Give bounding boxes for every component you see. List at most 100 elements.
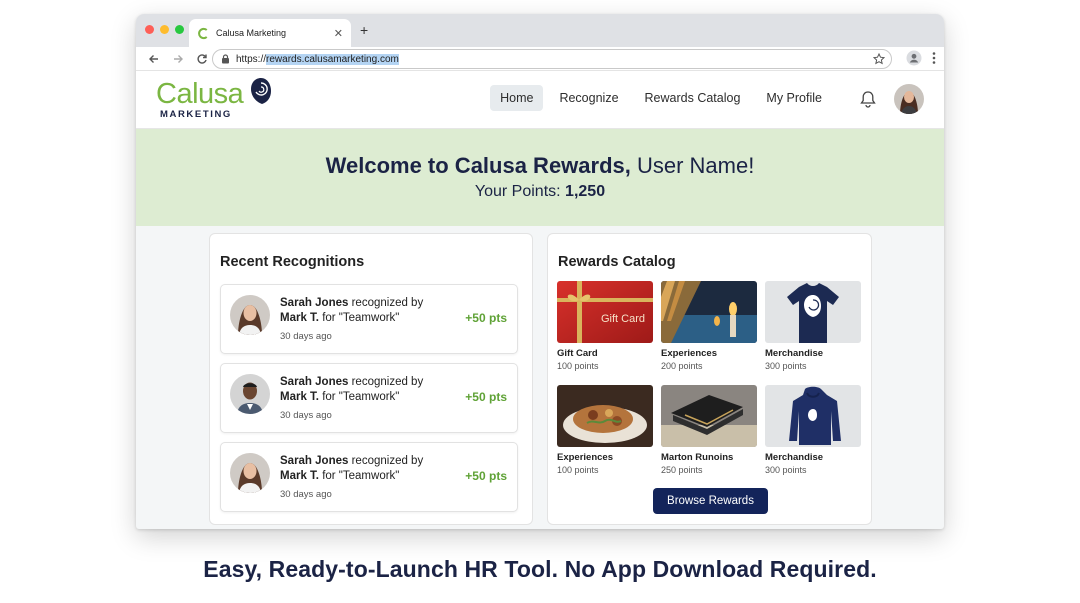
user-avatar[interactable]	[894, 84, 924, 114]
minimize-window-button[interactable]	[160, 25, 169, 34]
recognition-card[interactable]: Sarah Jones recognized by Mark T. for "Te…	[220, 442, 518, 512]
nautilus-shell-icon	[251, 78, 271, 104]
tab-calusa[interactable]: Calusa Marketing ✕	[189, 19, 351, 47]
recognition-date: 30 days ago	[280, 410, 332, 421]
welcome-user: User Name!	[630, 153, 755, 178]
recognition-reason: for "Teamwork"	[319, 312, 400, 324]
food-image	[557, 385, 653, 447]
wallet-image	[661, 385, 757, 447]
item-name: Merchandise	[765, 452, 824, 463]
forward-icon[interactable]	[168, 49, 188, 69]
address-bar[interactable]: https://rewards.calusamarketing.com	[212, 49, 892, 69]
nav-recognize[interactable]: Recognize	[549, 85, 628, 111]
catalog-item[interactable]: Gift Card Gift Card 100 points	[557, 281, 653, 371]
hoodie-image	[765, 385, 861, 447]
recipient-name: Sarah Jones	[280, 455, 349, 467]
item-points: 300 points	[765, 361, 807, 371]
points-summary: Your Points: 1,250	[136, 183, 944, 201]
stage: Calusa Marketing ✕ + https://rewards.cal…	[0, 0, 1080, 603]
nav-rewards-catalog[interactable]: Rewards Catalog	[635, 85, 751, 111]
profile-icon[interactable]	[906, 50, 922, 66]
recognition-reason: for "Teamwork"	[319, 470, 400, 482]
new-tab-icon[interactable]: +	[360, 22, 368, 38]
nav-my-profile[interactable]: My Profile	[756, 85, 832, 111]
recognition-card[interactable]: Sarah Jones recognized by Mark T. for "Te…	[220, 363, 518, 433]
recognition-avatar	[230, 453, 270, 493]
item-name: Experiences	[661, 348, 717, 359]
logo-word: Calusa	[156, 78, 244, 110]
url-prefix: https://	[236, 53, 267, 65]
lock-icon	[222, 54, 229, 64]
recipient-name: Sarah Jones	[280, 376, 349, 388]
catalog-item[interactable]: Marton Runoins 250 points	[661, 385, 757, 475]
bookmark-star-icon[interactable]	[873, 53, 885, 65]
recognition-text: Sarah Jones recognized by Mark T. for "Te…	[280, 375, 460, 405]
recognition-avatar	[230, 295, 270, 335]
catalog-item[interactable]: Experiences 100 points	[557, 385, 653, 475]
url-text: https://rewards.calusamarketing.com	[236, 53, 399, 65]
points-label: Your Points:	[474, 183, 566, 200]
item-points: 200 points	[661, 361, 703, 371]
gift-card-label: Gift Card	[601, 313, 645, 325]
tab-strip: Calusa Marketing ✕ +	[136, 14, 944, 47]
item-name: Marton Runoins	[661, 452, 734, 463]
experience-image	[661, 281, 757, 343]
window-controls	[145, 25, 184, 34]
browser-toolbar: https://rewards.calusamarketing.com	[136, 47, 944, 71]
welcome-heading: Welcome to Calusa Rewards, User Name!	[136, 153, 944, 179]
item-name: Experiences	[557, 452, 613, 463]
recognition-verb: recognized by	[348, 455, 424, 467]
recognition-verb: recognized by	[348, 297, 424, 309]
tab-title: Calusa Marketing	[216, 28, 287, 38]
item-points: 300 points	[765, 465, 807, 475]
main-nav: Home Recognize Rewards Catalog My Profil…	[490, 85, 832, 111]
recognition-card[interactable]: Sarah Jones recognized by Mark T. for "Te…	[220, 284, 518, 354]
reload-icon[interactable]	[192, 49, 212, 69]
giver-name: Mark T.	[280, 470, 319, 482]
url-host: rewards.calusamarketing.com	[266, 53, 399, 65]
catalog-item[interactable]: Experiences 200 points	[661, 281, 757, 371]
browse-rewards-button[interactable]: Browse Rewards	[653, 488, 768, 514]
app-header: Calusa MARKETING Home Recognize Rewards …	[136, 71, 944, 129]
back-icon[interactable]	[144, 49, 164, 69]
recognition-avatar	[230, 374, 270, 414]
recognition-text: Sarah Jones recognized by Mark T. for "Te…	[280, 296, 460, 326]
rewards-catalog-panel: Rewards Catalog Gift Card Gift Card 100 …	[547, 233, 872, 525]
recognition-date: 30 days ago	[280, 331, 332, 342]
recognition-date: 30 days ago	[280, 489, 332, 500]
recognition-text: Sarah Jones recognized by Mark T. for "Te…	[280, 454, 460, 484]
giver-name: Mark T.	[280, 312, 319, 324]
browser-window: Calusa Marketing ✕ + https://rewards.cal…	[136, 14, 944, 529]
item-points: 100 points	[557, 465, 599, 475]
notification-bell-icon[interactable]	[860, 90, 876, 108]
recent-title: Recent Recognitions	[220, 254, 365, 270]
calusa-logo[interactable]: Calusa MARKETING	[156, 77, 276, 123]
recognition-points: +50 pts	[465, 311, 507, 325]
item-name: Gift Card	[557, 348, 598, 359]
calusa-favicon-icon	[198, 27, 208, 39]
recognition-points: +50 pts	[465, 469, 507, 483]
kebab-menu-icon[interactable]	[932, 51, 936, 65]
gift-card-image: Gift Card	[557, 281, 653, 343]
catalog-item[interactable]: Merchandise 300 points	[765, 385, 861, 475]
nav-home[interactable]: Home	[490, 85, 544, 111]
logo-subtitle: MARKETING	[160, 109, 232, 120]
tshirt-image	[765, 281, 861, 343]
recognition-verb: recognized by	[348, 376, 424, 388]
catalog-item[interactable]: Merchandise 300 points	[765, 281, 861, 371]
zoom-window-button[interactable]	[175, 25, 184, 34]
welcome-banner: Welcome to Calusa Rewards, User Name! Yo…	[136, 129, 944, 226]
recent-recognitions-panel: Recent Recognitions Sarah Jones recogniz…	[209, 233, 533, 525]
close-window-button[interactable]	[145, 25, 154, 34]
catalog-title: Rewards Catalog	[558, 254, 676, 270]
welcome-bold: Welcome to Calusa Rewards,	[325, 153, 631, 178]
recipient-name: Sarah Jones	[280, 297, 349, 309]
recognition-points: +50 pts	[465, 390, 507, 404]
toolbar-right	[906, 50, 936, 66]
marketing-tagline: Easy, Ready-to-Launch HR Tool. No App Do…	[203, 556, 877, 582]
points-value: 1,250	[565, 183, 606, 200]
item-points: 250 points	[661, 465, 703, 475]
tab-close-icon[interactable]: ✕	[334, 27, 343, 40]
recognition-reason: for "Teamwork"	[319, 391, 400, 403]
item-points: 100 points	[557, 361, 599, 371]
